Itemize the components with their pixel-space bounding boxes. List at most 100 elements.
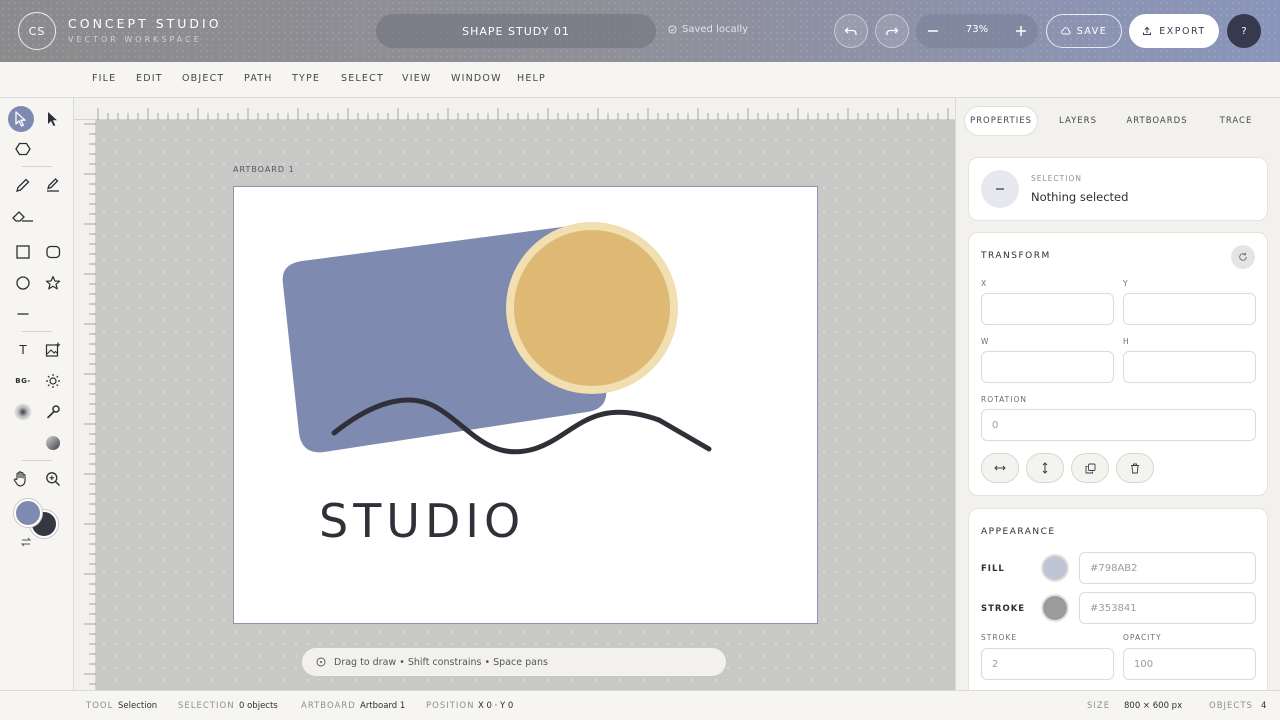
status-position-value: X 0 · Y 0 bbox=[478, 701, 514, 711]
image-tool[interactable] bbox=[40, 337, 66, 363]
hand-tool[interactable] bbox=[8, 466, 34, 492]
gradient-tool[interactable] bbox=[40, 430, 66, 456]
remove-background-tool[interactable]: BG- bbox=[10, 368, 36, 394]
polygon-tool[interactable] bbox=[10, 136, 36, 162]
menu-select[interactable]: SELECT bbox=[341, 73, 384, 84]
flip-vertical-button[interactable] bbox=[1026, 453, 1064, 483]
width-input[interactable] bbox=[981, 351, 1114, 383]
zoom-level[interactable]: 73% bbox=[950, 24, 1004, 35]
direct-selection-tool[interactable] bbox=[40, 106, 66, 132]
studio-text[interactable]: STUDIO bbox=[319, 494, 525, 548]
circle-icon bbox=[16, 276, 30, 290]
x-input[interactable] bbox=[981, 293, 1114, 325]
flip-horizontal-icon bbox=[994, 465, 1006, 471]
rectangle-tool[interactable] bbox=[10, 239, 36, 265]
w-label: W bbox=[981, 337, 990, 346]
vertical-ruler bbox=[74, 120, 96, 690]
image-add-icon bbox=[45, 342, 61, 357]
line-icon bbox=[17, 313, 29, 315]
ellipse-tool[interactable] bbox=[10, 270, 36, 296]
circle-shape[interactable] bbox=[514, 230, 670, 386]
blur-circle-icon bbox=[14, 403, 32, 421]
menu-object[interactable]: OBJECT bbox=[182, 73, 224, 84]
swap-colors-button[interactable] bbox=[20, 532, 32, 551]
tool-separator bbox=[22, 331, 52, 332]
pencil-tool[interactable] bbox=[10, 172, 36, 198]
redo-icon bbox=[886, 27, 899, 35]
stroke-hex-input[interactable]: #353841 bbox=[1079, 592, 1256, 624]
reset-transform-button[interactable] bbox=[1231, 245, 1255, 269]
tab-artboards[interactable]: ARTBOARDS bbox=[1118, 106, 1196, 136]
upload-icon bbox=[1143, 26, 1152, 35]
menu-edit[interactable]: EDIT bbox=[136, 73, 163, 84]
fill-color-swatch[interactable] bbox=[14, 499, 42, 527]
rotation-input[interactable]: 0 bbox=[981, 409, 1256, 441]
tab-trace[interactable]: TRACE bbox=[1206, 106, 1266, 136]
selection-value: Nothing selected bbox=[1031, 190, 1129, 204]
eraser-icon bbox=[12, 211, 33, 222]
status-tool-label: TOOL bbox=[86, 701, 114, 711]
status-tool-value: Selection bbox=[118, 701, 158, 711]
brightness-tool[interactable] bbox=[40, 368, 66, 394]
pen-tool[interactable] bbox=[40, 172, 66, 198]
pencil-icon bbox=[16, 178, 30, 192]
y-label: Y bbox=[1123, 279, 1129, 288]
duplicate-button[interactable] bbox=[1071, 453, 1109, 483]
fill-hex-input[interactable]: #798AB2 bbox=[1079, 552, 1256, 584]
fill-swatch[interactable] bbox=[1041, 554, 1069, 582]
save-status: Saved locally bbox=[668, 24, 748, 35]
stroke-width-input[interactable]: 2 bbox=[981, 648, 1114, 680]
x-label: X bbox=[981, 279, 988, 288]
app-header: CS CONCEPT STUDIO VECTOR WORKSPACE SHAPE… bbox=[0, 0, 1280, 62]
zoom-tool[interactable] bbox=[40, 466, 66, 492]
undo-button[interactable] bbox=[834, 14, 868, 48]
stroke-swatch[interactable] bbox=[1041, 594, 1069, 622]
selection-label: SELECTION bbox=[1031, 174, 1082, 183]
document-title[interactable]: SHAPE STUDY 01 bbox=[376, 14, 656, 48]
y-input[interactable] bbox=[1123, 293, 1256, 325]
flip-horizontal-button[interactable] bbox=[981, 453, 1019, 483]
artboard-label: ARTBOARD 1 bbox=[233, 165, 295, 174]
redo-button[interactable] bbox=[875, 14, 909, 48]
star-tool[interactable] bbox=[40, 270, 66, 296]
eyedropper-tool[interactable] bbox=[40, 399, 66, 425]
status-artboard-label: ARTBOARD bbox=[301, 701, 356, 711]
delete-button[interactable] bbox=[1116, 453, 1154, 483]
blur-tool[interactable] bbox=[10, 399, 36, 425]
tool-separator bbox=[22, 460, 52, 461]
menu-path[interactable]: PATH bbox=[244, 73, 273, 84]
sun-icon bbox=[46, 374, 60, 388]
menu-type[interactable]: TYPE bbox=[292, 73, 320, 84]
zoom-in-button[interactable] bbox=[1004, 14, 1038, 48]
height-input[interactable] bbox=[1123, 351, 1256, 383]
line-tool[interactable] bbox=[10, 301, 36, 327]
eraser-tool[interactable] bbox=[10, 203, 36, 229]
tab-properties[interactable]: PROPERTIES bbox=[964, 106, 1038, 136]
tab-layers[interactable]: LAYERS bbox=[1046, 106, 1110, 136]
menu-view[interactable]: VIEW bbox=[402, 73, 432, 84]
selection-icon bbox=[981, 170, 1019, 208]
menu-window[interactable]: WINDOW bbox=[451, 73, 502, 84]
status-artboard-value: Artboard 1 bbox=[360, 701, 406, 711]
rounded-rectangle-tool[interactable] bbox=[40, 239, 66, 265]
zoom-control: 73% bbox=[916, 14, 1038, 48]
selection-tool[interactable] bbox=[8, 106, 34, 132]
save-button[interactable]: SAVE bbox=[1046, 14, 1122, 48]
artboard[interactable]: STUDIO bbox=[233, 186, 818, 624]
text-tool[interactable]: T bbox=[10, 337, 36, 363]
trash-icon bbox=[1131, 463, 1139, 473]
zoom-out-button[interactable] bbox=[916, 14, 950, 48]
magnifier-plus-icon bbox=[46, 472, 60, 486]
menu-help[interactable]: HELP bbox=[517, 73, 546, 84]
menu-file[interactable]: FILE bbox=[92, 73, 116, 84]
cloud-icon bbox=[1060, 27, 1070, 35]
canvas-area[interactable]: ARTBOARD 1 STUDIO Drag to draw • Shift c… bbox=[74, 98, 955, 690]
cursor-arrow-icon bbox=[15, 111, 26, 127]
brand-title: CONCEPT STUDIO bbox=[68, 16, 222, 31]
fill-label: FILL bbox=[981, 564, 1005, 574]
star-icon bbox=[45, 275, 61, 290]
export-button[interactable]: EXPORT bbox=[1129, 14, 1219, 48]
save-status-text: Saved locally bbox=[682, 24, 749, 35]
opacity-input[interactable]: 100 bbox=[1123, 648, 1256, 680]
help-button[interactable]: ? bbox=[1227, 14, 1261, 48]
